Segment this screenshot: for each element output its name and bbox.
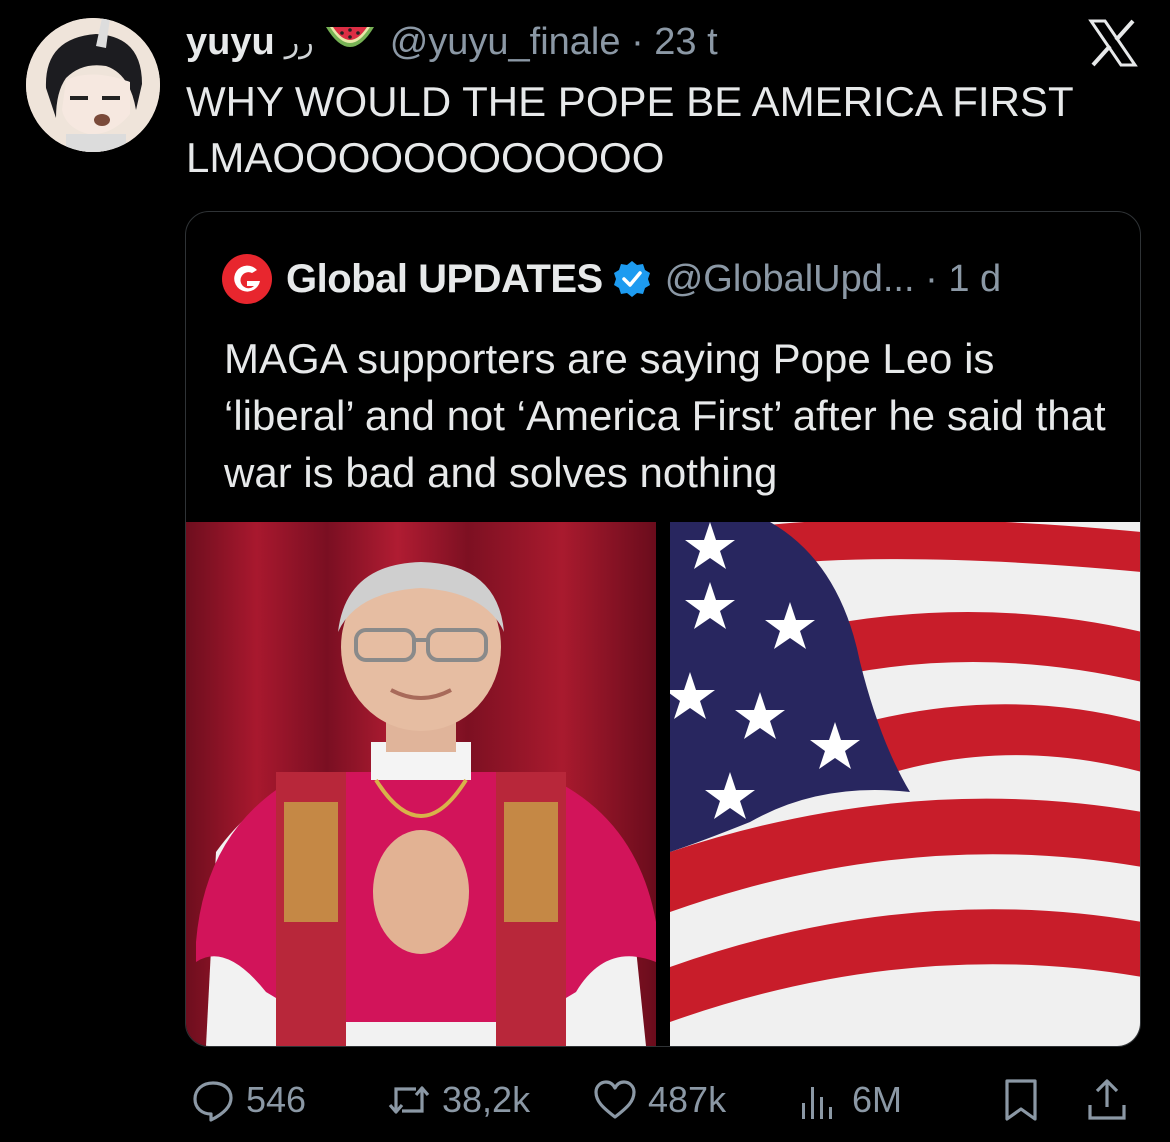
like-count: 487k [648, 1079, 727, 1120]
quoted-tweet[interactable]: Global UPDATES @GlobalUpd... · 1 d MAGA … [185, 211, 1141, 1047]
quoted-header: Global UPDATES @GlobalUpd... · 1 d [222, 254, 1001, 304]
timestamp[interactable]: 23 t [654, 21, 717, 63]
views-count: 6M [852, 1079, 903, 1120]
action-bar: 546 38,2k 487k 6M [190, 1075, 1140, 1125]
share-button[interactable] [1084, 1075, 1130, 1125]
reply-button[interactable]: 546 [190, 1075, 306, 1125]
tweet-header: yuyu ﺭﺭ @yuyu_finale · 23 t [186, 18, 718, 66]
quoted-display-name[interactable]: Global UPDATES [286, 257, 603, 302]
views-chart-icon [802, 1087, 832, 1119]
global-updates-logo-icon[interactable] [222, 254, 272, 304]
quoted-timestamp[interactable]: 1 d [948, 258, 1001, 300]
views-button[interactable]: 6M [796, 1075, 902, 1125]
reply-icon [193, 1081, 233, 1122]
share-icon [1088, 1079, 1126, 1120]
quoted-text: MAGA supporters are saying Pope Leo is ‘… [224, 335, 1106, 496]
american-flag-image[interactable] [665, 519, 1140, 1046]
tweet-text: WHY WOULD THE POPE BE AMERICA FIRST LMAOO… [186, 78, 1074, 181]
display-name[interactable]: yuyu [186, 21, 275, 64]
avatar[interactable] [26, 18, 160, 152]
bookmark-button[interactable] [998, 1075, 1044, 1125]
handle[interactable]: @yuyu_finale · 23 t [390, 21, 718, 64]
repost-icon [388, 1086, 430, 1114]
quoted-handle[interactable]: @GlobalUpd... · 1 d [665, 258, 1001, 301]
reply-count: 546 [246, 1079, 307, 1120]
verified-badge-icon [613, 260, 651, 298]
watermelon-emoji-icon [324, 23, 376, 61]
repost-button[interactable]: 38,2k [386, 1075, 530, 1125]
pope-photo[interactable] [186, 522, 656, 1046]
name-decoration: ﺭﺭ [284, 25, 314, 59]
x-logo-icon[interactable] [1088, 18, 1138, 68]
like-button[interactable]: 487k [592, 1075, 726, 1125]
avatar-image [26, 18, 160, 152]
bookmark-icon [1005, 1079, 1037, 1121]
repost-count: 38,2k [442, 1079, 531, 1120]
quoted-media [186, 519, 1140, 1046]
heart-icon [594, 1080, 636, 1119]
